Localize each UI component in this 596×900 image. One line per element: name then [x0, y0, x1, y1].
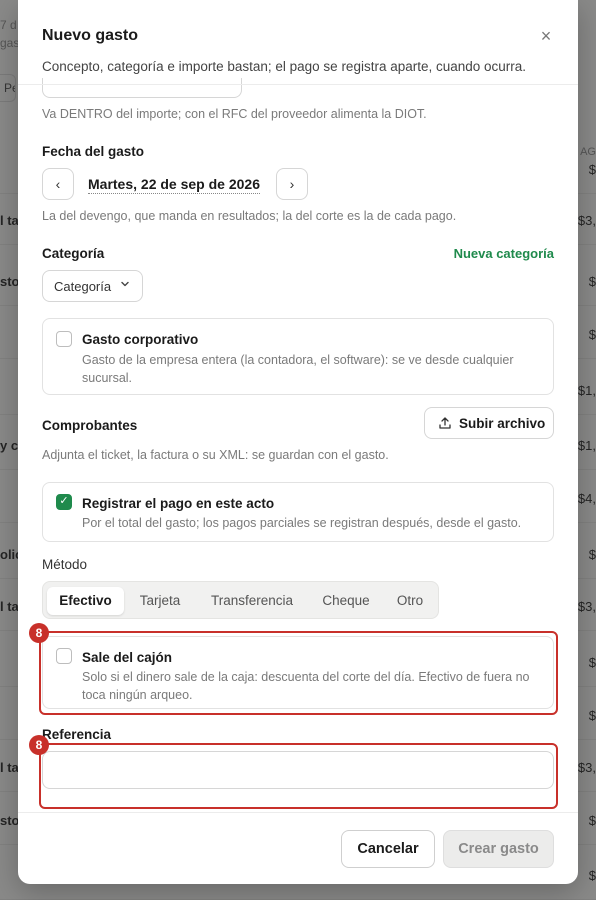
new-category-link[interactable]: Nueva categoría — [454, 246, 554, 261]
tax-hint: Va DENTRO del importe; con el RFC del pr… — [42, 107, 427, 121]
corporate-title: Gasto corporativo — [82, 332, 199, 347]
upload-icon — [439, 417, 451, 429]
method-option-efectivo[interactable]: Efectivo — [47, 587, 124, 615]
highlight-box — [39, 743, 558, 809]
receipts-label: Comprobantes — [42, 418, 138, 433]
date-value[interactable]: Martes, 22 de sep de 2026 — [88, 176, 260, 194]
highlight-box — [39, 631, 558, 715]
dialog-subtitle: Concepto, categoría e importe bastan; el… — [42, 59, 527, 74]
chevron-left-icon: ‹ — [55, 176, 61, 192]
register-payment-title: Registrar el pago en este acto — [82, 496, 275, 511]
register-payment-card[interactable]: ✓ Registrar el pago en este acto Por el … — [42, 482, 554, 542]
next-day-button[interactable]: › — [276, 168, 308, 200]
corporate-expense-card[interactable]: Gasto corporativo Gasto de la empresa en… — [42, 318, 554, 395]
upload-button-label: Subir archivo — [459, 416, 546, 431]
corporate-checkbox[interactable] — [56, 331, 72, 347]
chevron-down-icon — [121, 281, 129, 287]
reference-label: Referencia — [42, 727, 112, 742]
method-option-transferencia[interactable]: Transferencia — [197, 587, 307, 615]
date-hint: La del devengo, que manda en resultados;… — [42, 209, 457, 223]
annotation-badge: 8 — [29, 623, 49, 643]
method-option-otro[interactable]: Otro — [385, 587, 435, 615]
footer-divider — [18, 812, 578, 813]
method-option-tarjeta[interactable]: Tarjeta — [129, 587, 191, 615]
category-select-value: Categoría — [54, 279, 112, 294]
receipts-hint: Adjunta el ticket, la factura o su XML: … — [42, 448, 389, 462]
create-expense-button[interactable]: Crear gasto — [443, 830, 554, 868]
method-label: Método — [42, 557, 88, 572]
previous-day-button[interactable]: ‹ — [42, 168, 74, 200]
method-option-cheque[interactable]: Cheque — [312, 587, 380, 615]
dialog-title: Nuevo gasto — [42, 27, 139, 44]
cancel-button[interactable]: Cancelar — [341, 830, 435, 868]
check-icon: ✓ — [59, 495, 69, 507]
register-payment-checkbox[interactable]: ✓ — [56, 494, 72, 510]
register-payment-description: Por el total del gasto; los pagos parcia… — [82, 516, 522, 530]
category-select[interactable]: Categoría — [42, 270, 143, 302]
category-label: Categoría — [42, 246, 105, 261]
date-label: Fecha del gasto — [42, 144, 145, 159]
tax-input[interactable] — [42, 78, 242, 98]
upload-file-button[interactable]: Subir archivo — [424, 407, 554, 439]
payment-method-segmented-control: Efectivo Tarjeta Transferencia Cheque Ot… — [42, 581, 439, 619]
close-icon[interactable]: × — [536, 27, 556, 47]
header-divider — [18, 84, 578, 85]
chevron-right-icon: › — [289, 176, 295, 192]
corporate-description: Gasto de la empresa entera (la contadora… — [82, 353, 514, 385]
annotation-badge: 8 — [29, 735, 49, 755]
